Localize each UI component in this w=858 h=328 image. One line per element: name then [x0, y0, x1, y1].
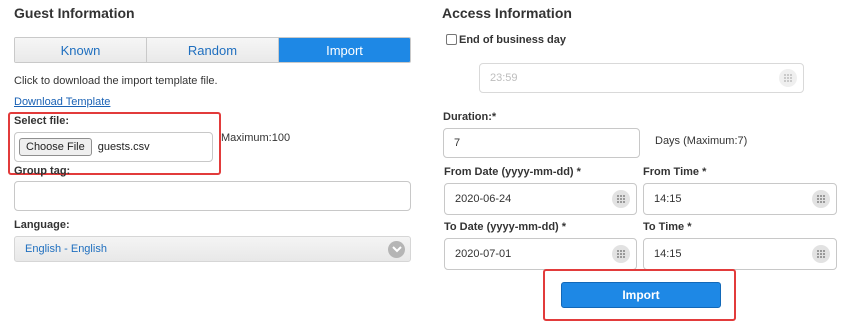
- guest-type-tabs: Known Random Import: [14, 37, 411, 63]
- clock-picker-icon[interactable]: [812, 245, 830, 263]
- language-label: Language:: [14, 219, 70, 231]
- clock-picker-icon[interactable]: [812, 190, 830, 208]
- to-date-value: 2020-07-01: [455, 248, 512, 260]
- from-date-label: From Date (yyyy-mm-dd) *: [444, 166, 581, 178]
- download-template-link[interactable]: Download Template: [14, 96, 110, 108]
- chevron-down-icon: [388, 241, 405, 258]
- language-value: English - English: [25, 243, 107, 255]
- import-hint-text: Click to download the import template fi…: [14, 75, 218, 87]
- duration-input[interactable]: 7: [443, 128, 640, 158]
- tab-random[interactable]: Random: [147, 38, 279, 62]
- tab-import[interactable]: Import: [279, 38, 410, 62]
- to-date-label: To Date (yyyy-mm-dd) *: [444, 221, 567, 233]
- duration-label: Duration:*: [443, 111, 497, 123]
- to-date-input[interactable]: 2020-07-01: [444, 238, 637, 270]
- to-time-label: To Time *: [643, 221, 692, 233]
- to-time-input[interactable]: 14:15: [643, 238, 837, 270]
- import-highlight-box: [543, 269, 736, 321]
- tab-known[interactable]: Known: [15, 38, 147, 62]
- access-information-heading: Access Information: [442, 5, 572, 21]
- duration-note: Days (Maximum:7): [655, 135, 748, 147]
- end-time-input: 23:59: [479, 63, 804, 93]
- calendar-icon[interactable]: [612, 245, 630, 263]
- max-import-note: Maximum:100: [221, 132, 291, 144]
- from-time-label: From Time *: [643, 166, 707, 178]
- from-time-value: 14:15: [654, 193, 682, 205]
- end-of-business-day-label: End of business day: [459, 34, 566, 46]
- calendar-icon: [779, 69, 797, 87]
- end-time-value: 23:59: [490, 72, 518, 84]
- end-of-business-day-checkbox[interactable]: [446, 34, 457, 45]
- language-select[interactable]: English - English: [14, 236, 411, 262]
- calendar-icon[interactable]: [612, 190, 630, 208]
- group-tag-label: Group tag:: [14, 165, 71, 177]
- from-date-value: 2020-06-24: [455, 193, 512, 205]
- from-date-input[interactable]: 2020-06-24: [444, 183, 637, 215]
- to-time-value: 14:15: [654, 248, 682, 260]
- guest-information-heading: Guest Information: [14, 5, 135, 21]
- from-time-input[interactable]: 14:15: [643, 183, 837, 215]
- group-tag-input[interactable]: [14, 181, 411, 211]
